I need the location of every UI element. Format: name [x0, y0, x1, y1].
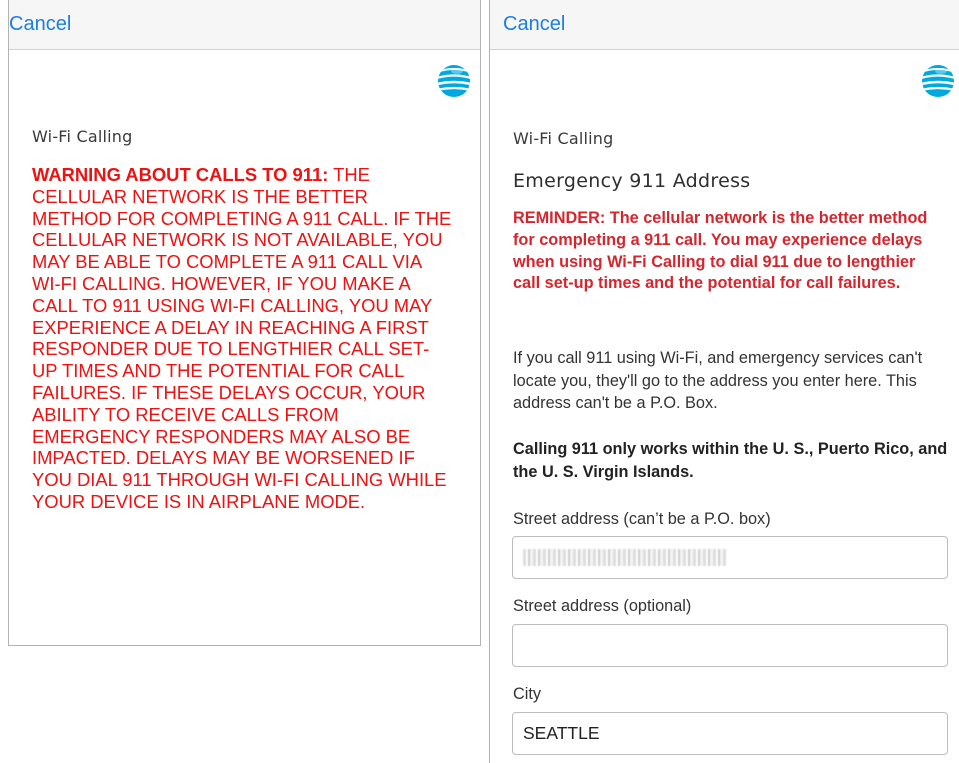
911-warning-text: WARNING ABOUT CALLS TO 911: THE CELLULAR…	[32, 164, 452, 513]
warning-heading: WARNING ABOUT CALLS TO 911:	[32, 164, 329, 185]
wifi-calling-label: Wi-Fi Calling	[32, 127, 133, 146]
street-address-label: Street address (can’t be a P.O. box)	[513, 510, 771, 528]
navigation-bar: Cancel	[9, 0, 480, 50]
street-address-field[interactable]	[512, 536, 948, 579]
redacted-address-value	[523, 549, 728, 566]
info-text: If you call 911 using Wi-Fi, and emergen…	[513, 349, 923, 412]
cancel-button[interactable]: Cancel	[9, 13, 71, 36]
att-globe-logo-icon	[438, 65, 470, 97]
navigation-bar: Cancel	[490, 0, 959, 50]
coverage-note: Calling 911 only works within the U. S.,…	[513, 440, 948, 481]
reminder-text: REMINDER: The cellular network is the be…	[513, 209, 928, 293]
wifi-calling-label: Wi-Fi Calling	[513, 129, 614, 148]
wifi-calling-warning-screen: Cancel Wi-Fi Calling WARNING ABOUT CALLS…	[8, 0, 481, 646]
page-title: Emergency 911 Address	[513, 170, 751, 192]
city-label: City	[513, 685, 542, 703]
att-globe-logo-icon	[922, 65, 954, 97]
city-field[interactable]	[512, 712, 948, 755]
emergency-address-screen: Cancel Wi-Fi Calling Emergency 911 Addre…	[489, 0, 959, 763]
warning-body: THE CELLULAR NETWORK IS THE BETTER METHO…	[32, 164, 452, 512]
street-address-optional-field[interactable]	[512, 624, 948, 667]
street-address-optional-label: Street address (optional)	[513, 597, 692, 615]
cancel-button[interactable]: Cancel	[503, 13, 565, 36]
